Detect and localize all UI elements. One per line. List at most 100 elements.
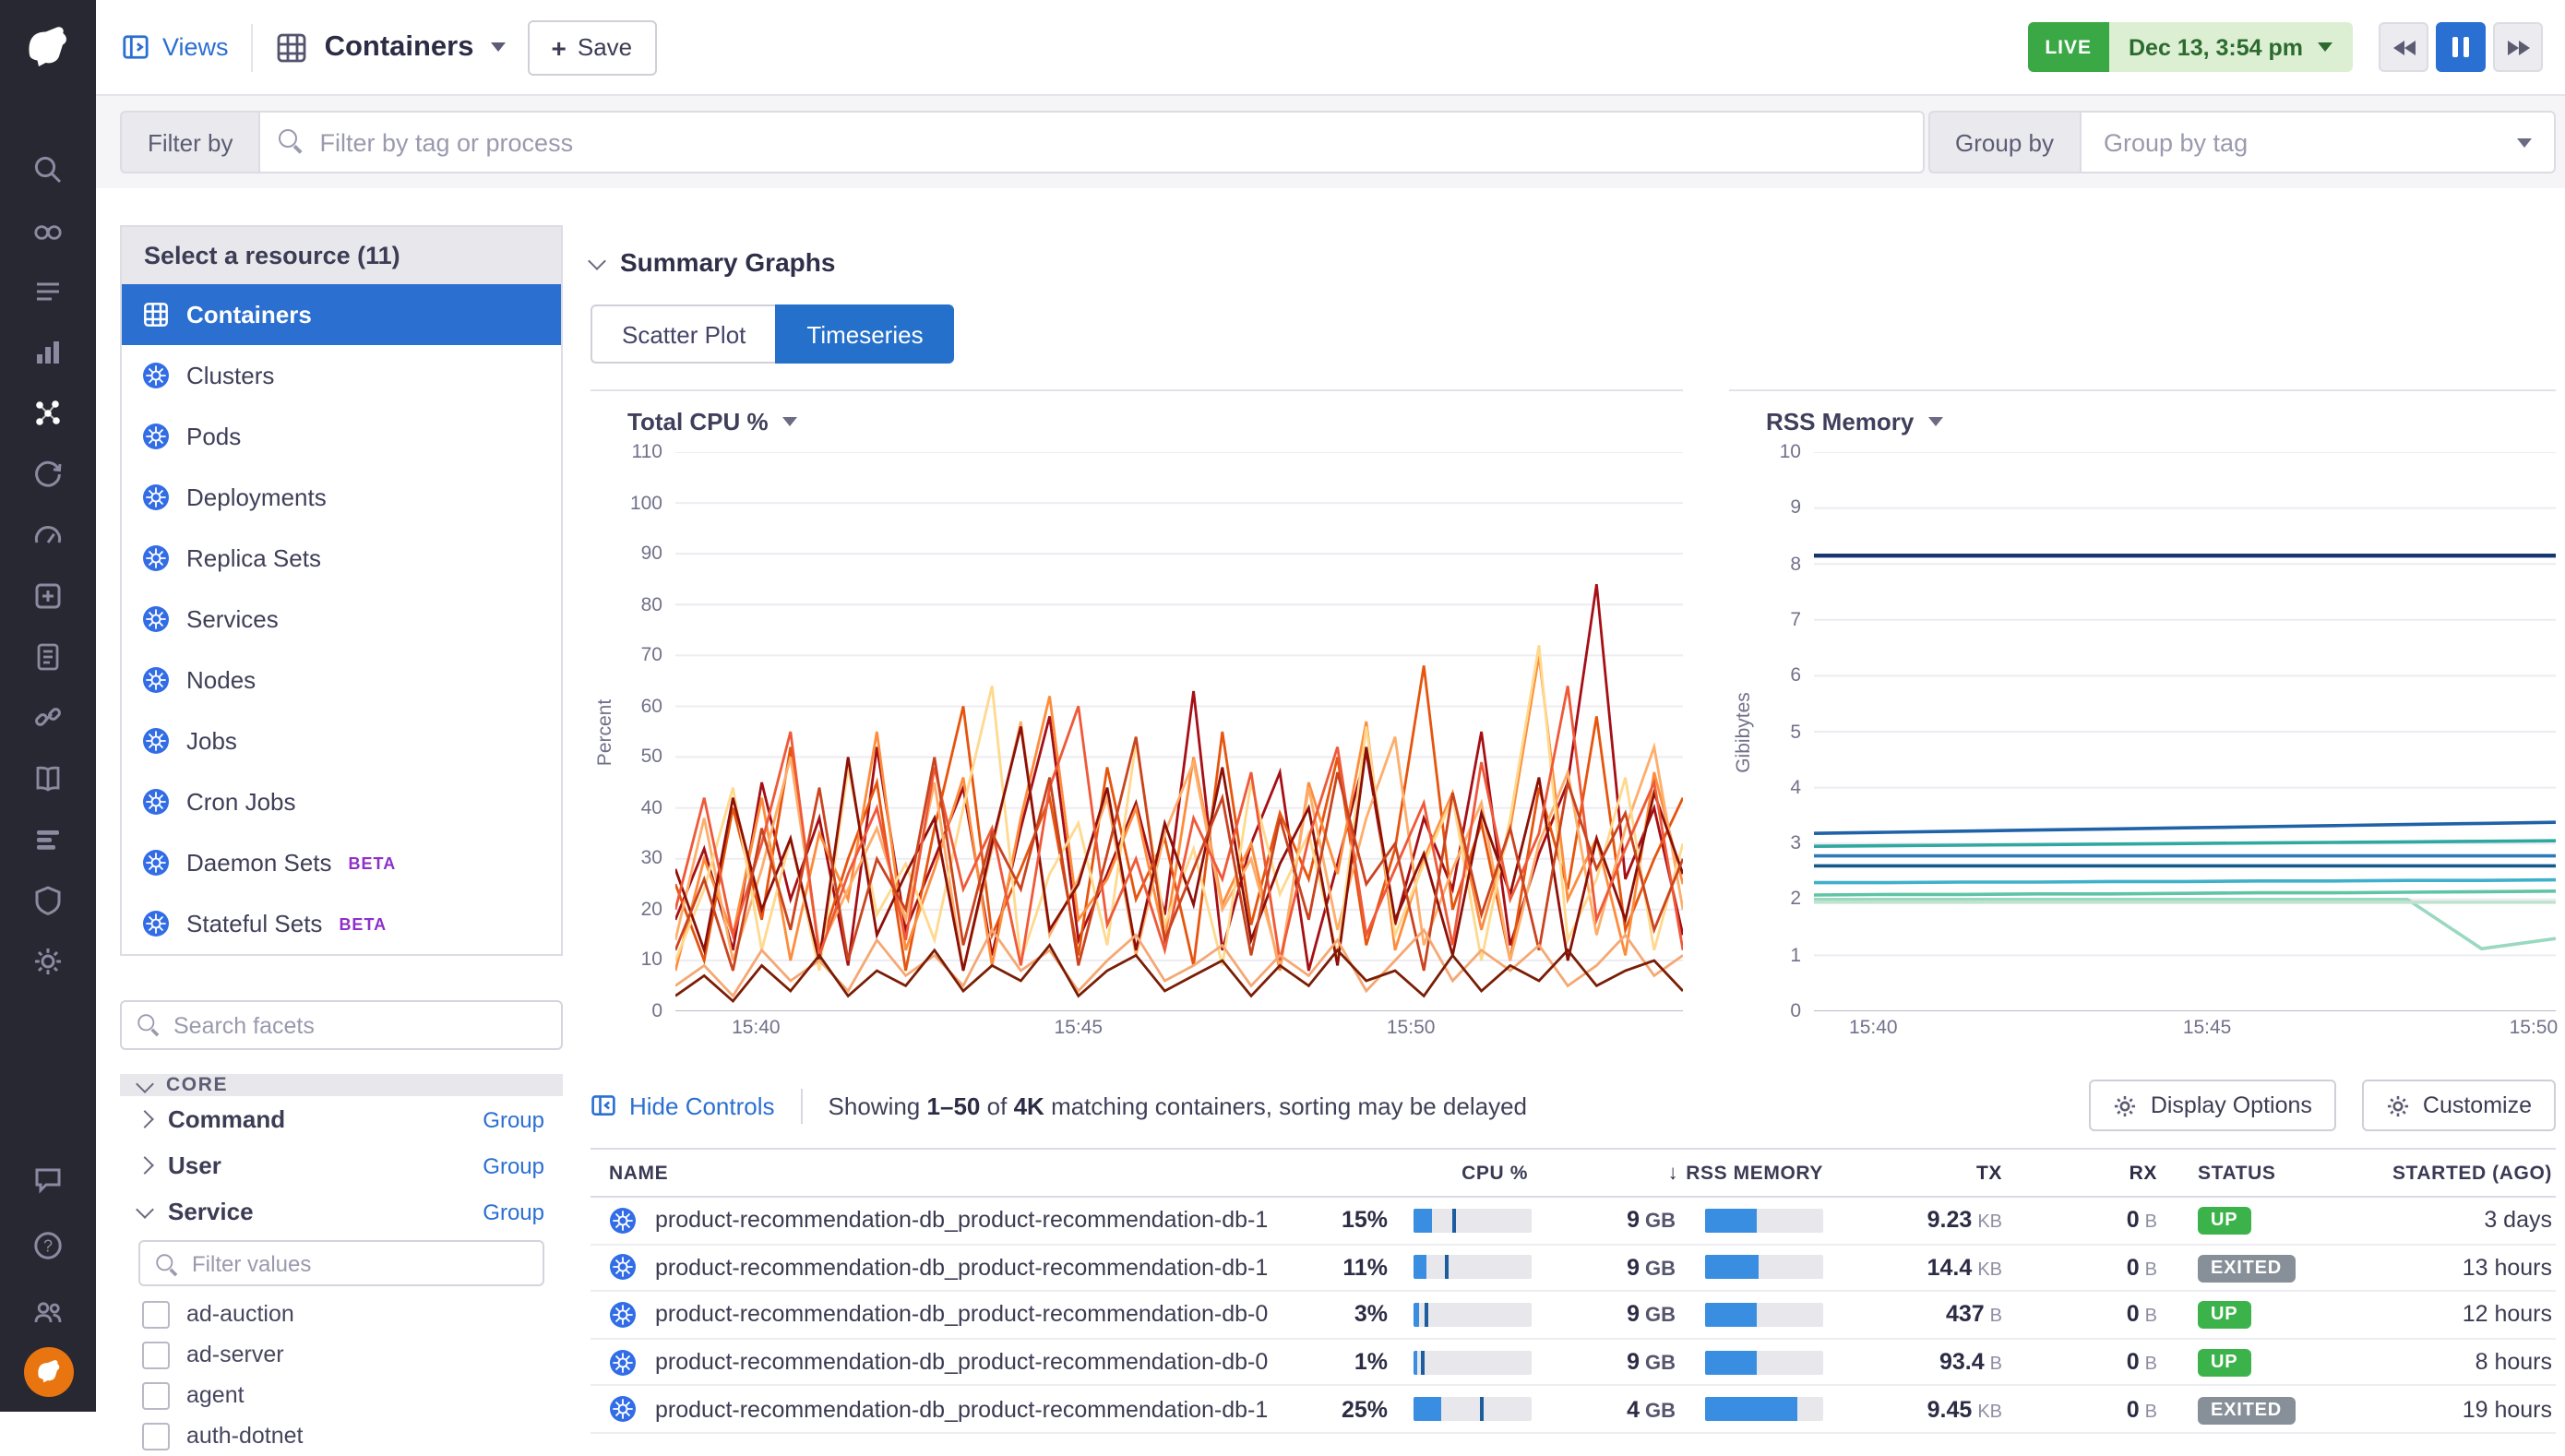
events-icon[interactable]: [0, 260, 96, 321]
processes-icon[interactable]: [0, 808, 96, 869]
table-row[interactable]: product-recommendation-db_product-recomm…: [591, 1292, 2556, 1339]
header-started[interactable]: STARTED (AGO): [2334, 1162, 2556, 1184]
top-bar: Views Containers + Save LIVE Dec 13, 3:5…: [96, 0, 2565, 96]
checkbox[interactable]: [142, 1381, 170, 1409]
serverless-icon[interactable]: [0, 504, 96, 565]
metrics-icon[interactable]: [0, 321, 96, 382]
container-name: product-recommendation-db_product-recomm…: [655, 1302, 1268, 1328]
resource-item-cron-jobs[interactable]: Cron Jobs: [122, 771, 561, 832]
facet-group-user[interactable]: User Group: [120, 1142, 563, 1188]
table-row[interactable]: product-recommendation-db_product-recomm…: [591, 1340, 2556, 1387]
memory-chart-title: RSS Memory: [1766, 408, 1914, 436]
core-section-header[interactable]: CORE: [120, 1074, 563, 1096]
memory-chart-plot[interactable]: [1814, 452, 2556, 1011]
resource-item-pods[interactable]: Pods: [122, 406, 561, 467]
header-tx[interactable]: TX: [1827, 1162, 2002, 1184]
customize-button[interactable]: Customize: [2362, 1080, 2556, 1131]
service-filter-agent[interactable]: agent: [120, 1375, 563, 1415]
resource-item-daemon-sets[interactable]: Daemon Sets BETA: [122, 832, 561, 893]
checkbox[interactable]: [142, 1341, 170, 1368]
hide-controls-button[interactable]: Hide Controls: [591, 1092, 775, 1119]
divider: [801, 1088, 803, 1123]
resource-icon: [142, 788, 170, 816]
sort-descending-icon: ↓: [1668, 1162, 1679, 1184]
gear-icon: [2114, 1093, 2138, 1117]
header-status[interactable]: STATUS: [2157, 1162, 2334, 1184]
service-filter-ad-auction[interactable]: ad-auction: [120, 1294, 563, 1334]
save-button[interactable]: + Save: [528, 19, 657, 75]
resource-item-clusters[interactable]: Clusters: [122, 345, 561, 406]
watchdog-icon[interactable]: [0, 199, 96, 260]
settings-icon[interactable]: [0, 930, 96, 991]
checkbox[interactable]: [142, 1422, 170, 1450]
customize-label: Customize: [2423, 1092, 2532, 1118]
hide-controls-label: Hide Controls: [629, 1092, 775, 1119]
resource-item-jobs[interactable]: Jobs: [122, 710, 561, 771]
rewind-button[interactable]: [2379, 22, 2428, 72]
facet-group-service[interactable]: Service Group: [120, 1188, 563, 1235]
facet-values-filter-input[interactable]: [138, 1240, 544, 1286]
cpu-metric-selector[interactable]: Total CPU %: [591, 391, 1683, 452]
header-rss-memory[interactable]: ↓RSS MEMORY: [1532, 1162, 1827, 1184]
table-row[interactable]: product-recommendation-db_product-recomm…: [591, 1245, 2556, 1292]
topbar-divider: [251, 23, 253, 71]
header-rx[interactable]: RX: [2002, 1162, 2157, 1184]
group-link[interactable]: Group: [483, 1199, 544, 1224]
chat-icon[interactable]: [0, 1148, 96, 1209]
checkbox[interactable]: [142, 1300, 170, 1328]
tab-timeseries[interactable]: Timeseries: [775, 304, 954, 364]
table-row[interactable]: product-recommendation-db_product-recomm…: [591, 1198, 2556, 1245]
live-badge[interactable]: LIVE: [2028, 22, 2108, 72]
resource-item-services[interactable]: Services: [122, 589, 561, 650]
kubernetes-icon: [609, 1207, 637, 1235]
header-name[interactable]: NAME: [591, 1162, 1284, 1184]
datadog-logo-icon[interactable]: [0, 0, 96, 94]
core-label: CORE: [166, 1074, 228, 1096]
account-dog-icon[interactable]: [23, 1347, 73, 1397]
group-by-select[interactable]: Group by tag: [2080, 111, 2556, 173]
help-icon[interactable]: ?: [0, 1214, 96, 1275]
facet-group-command[interactable]: Command Group: [120, 1096, 563, 1142]
synthetics-icon[interactable]: [0, 686, 96, 747]
tab-scatter-plot[interactable]: Scatter Plot: [591, 304, 775, 364]
resource-item-nodes[interactable]: Nodes: [122, 650, 561, 710]
search-icon[interactable]: [0, 138, 96, 199]
time-range-picker[interactable]: Dec 13, 3:54 pm: [2108, 22, 2353, 72]
group-link[interactable]: Group: [483, 1106, 544, 1132]
pause-button[interactable]: [2436, 22, 2486, 72]
apm-icon[interactable]: [0, 443, 96, 504]
logs-icon[interactable]: [0, 626, 96, 686]
service-filter-ad-server[interactable]: ad-server: [120, 1334, 563, 1375]
fast-forward-button[interactable]: [2493, 22, 2543, 72]
resource-icon: [142, 727, 170, 755]
integrations-icon[interactable]: [0, 565, 96, 626]
cpu-chart-plot[interactable]: [675, 452, 1683, 1011]
summary-graphs-toggle[interactable]: Summary Graphs: [591, 247, 2556, 277]
service-filter-auth-dotnet[interactable]: auth-dotnet: [120, 1415, 563, 1456]
display-options-button[interactable]: Display Options: [2090, 1080, 2336, 1131]
chevron-down-icon: [491, 42, 506, 52]
header-cpu[interactable]: CPU %: [1284, 1162, 1532, 1184]
graph-mode-tabs: Scatter Plot Timeseries: [591, 304, 2556, 364]
page-title-dropdown[interactable]: Containers: [275, 30, 506, 64]
tag-filter-input[interactable]: [258, 111, 1924, 173]
started-value: 13 hours: [2334, 1255, 2556, 1281]
notebooks-icon[interactable]: [0, 747, 96, 808]
facet-search-input[interactable]: [120, 1000, 563, 1050]
resource-item-containers[interactable]: Containers: [122, 284, 561, 345]
memory-metric-selector[interactable]: RSS Memory: [1729, 391, 2556, 452]
team-icon[interactable]: [0, 1281, 96, 1342]
group-link[interactable]: Group: [483, 1152, 544, 1178]
views-button[interactable]: Views: [122, 33, 229, 61]
chevron-down-icon: [136, 1074, 154, 1092]
resource-item-deployments[interactable]: Deployments: [122, 467, 561, 528]
time-range-label: Dec 13, 3:54 pm: [2129, 34, 2303, 60]
table-row[interactable]: product-recommendation-db_product-recomm…: [591, 1387, 2556, 1434]
resource-item-stateful-sets[interactable]: Stateful Sets BETA: [122, 893, 561, 954]
security-icon[interactable]: [0, 869, 96, 930]
containers-icon[interactable]: [0, 382, 96, 443]
right-column: Summary Graphs Scatter Plot Timeseries T…: [591, 188, 2556, 1412]
resource-item-replica-sets[interactable]: Replica Sets: [122, 528, 561, 589]
nav-bottom-group: ?: [0, 1148, 96, 1412]
resource-list: Containers Clusters Pods Deployments Rep…: [122, 284, 561, 954]
